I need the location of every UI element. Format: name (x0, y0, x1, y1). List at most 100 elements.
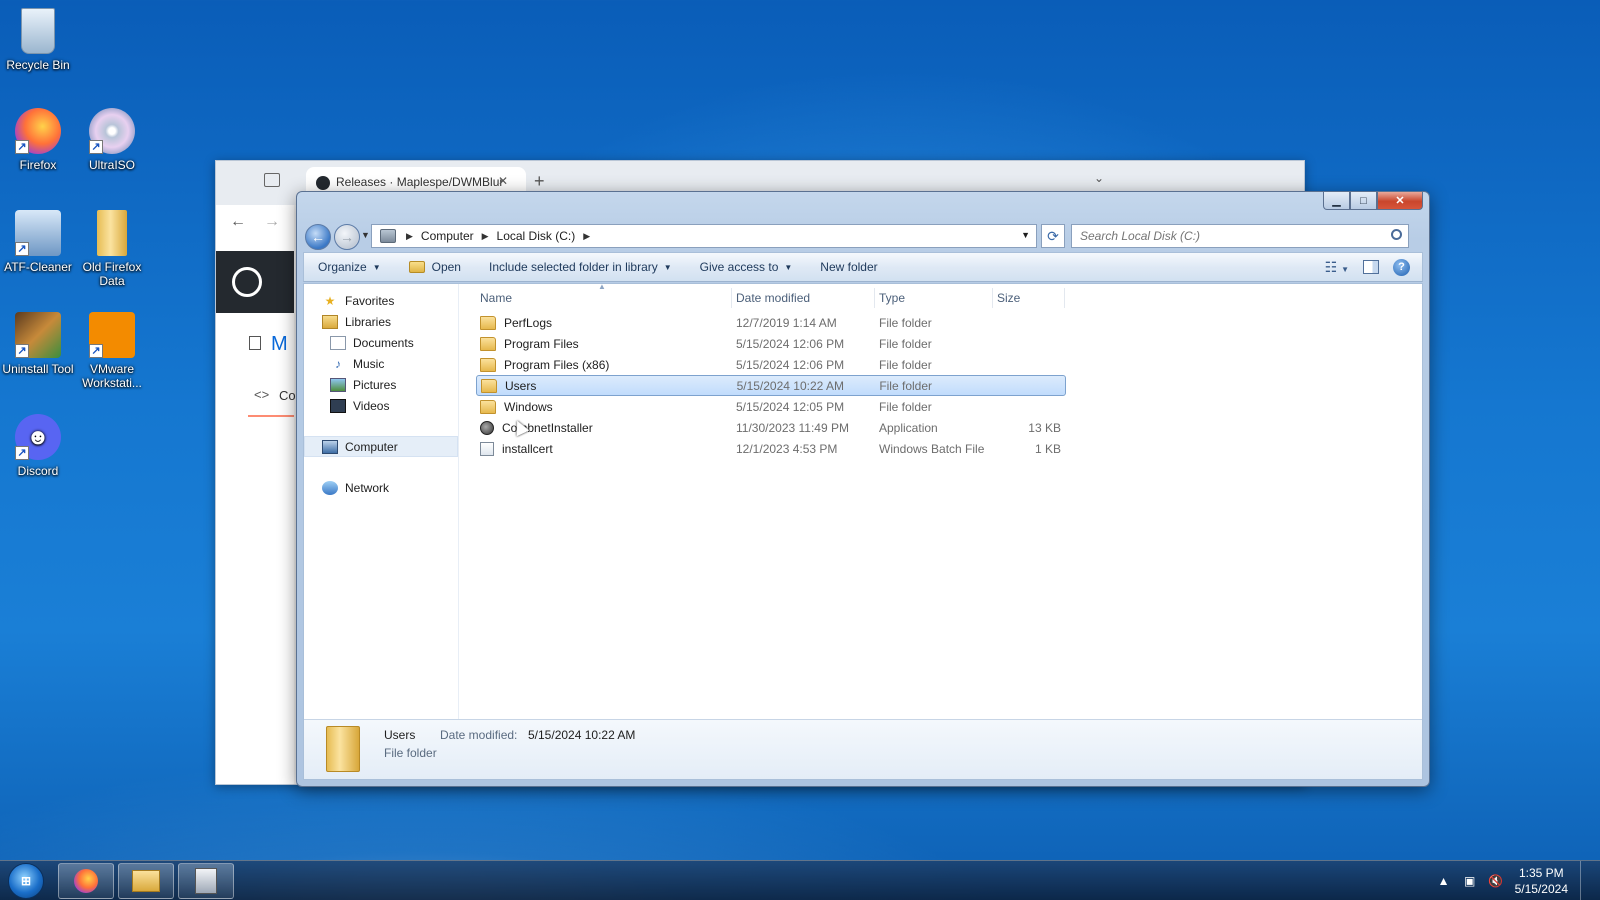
search-box[interactable] (1071, 224, 1409, 248)
desktop-icon-discord[interactable]: ☻ ↗ Discord (0, 414, 76, 478)
tab-overflow-icon[interactable]: ⌄ (1094, 171, 1104, 185)
breadcrumb-chevron-icon[interactable]: ▶ (404, 231, 421, 242)
github-logo-icon[interactable] (232, 267, 262, 297)
close-tab-icon[interactable]: ✕ (498, 174, 508, 188)
back-icon[interactable]: ← (230, 213, 246, 231)
navigation-pane: ★ Favorites Libraries Documents ♪ Music Pi… (304, 284, 459, 719)
nav-libraries[interactable]: Libraries (304, 311, 458, 332)
pictures-icon (330, 377, 346, 392)
taskbar-app[interactable] (178, 863, 234, 899)
taskbar: ⊞ ▲ ▣ 🔇 1:35 PM 5/15/2024 (0, 860, 1600, 900)
address-history-dropdown[interactable]: ▼ (1021, 230, 1030, 240)
preview-pane-icon[interactable] (1363, 260, 1379, 274)
file-row[interactable]: installcert 12/1/2023 4:53 PM Windows Batc… (476, 438, 1066, 459)
videos-icon (330, 398, 346, 413)
new-folder-label: New folder (820, 260, 878, 274)
music-icon: ♪ (335, 356, 341, 371)
column-date-modified[interactable]: Date modified (732, 288, 875, 308)
start-button[interactable]: ⊞ (8, 863, 44, 899)
new-folder-button[interactable]: New folder (806, 260, 891, 274)
show-hidden-icons-icon[interactable]: ▲ (1437, 874, 1451, 888)
desktop-icon-uninstall-tool[interactable]: ↗ Uninstall Tool (0, 312, 76, 376)
file-date: 5/15/2024 12:06 PM (736, 336, 845, 351)
nav-documents[interactable]: Documents (304, 332, 458, 353)
taskbar-firefox[interactable] (58, 863, 114, 899)
forward-icon[interactable]: → (264, 213, 280, 231)
nav-pictures[interactable]: Pictures (304, 374, 458, 395)
clock-date: 5/15/2024 (1514, 882, 1568, 896)
system-tray: ▲ ▣ 🔇 1:35 PM 5/15/2024 (1437, 861, 1590, 900)
help-icon[interactable]: ? (1393, 258, 1410, 276)
vmware-icon: ↗ (89, 312, 135, 358)
desktop-icon-recycle-bin[interactable]: Recycle Bin (0, 8, 76, 72)
show-desktop-button[interactable] (1580, 861, 1590, 900)
file-name-cell: Users (477, 378, 733, 393)
network-status-icon[interactable]: ▣ (1463, 874, 1477, 888)
ultraiso-disc-icon: ↗ (89, 108, 135, 154)
file-row[interactable]: Program Files 5/15/2024 12:06 PM File fold… (476, 333, 1066, 354)
include-in-library-button[interactable]: Include selected folder in library ▼ (475, 260, 686, 274)
command-bar: Organize ▼ Open Include selected folder i… (303, 252, 1423, 282)
close-button[interactable]: ✕ (1377, 192, 1423, 210)
file-name-cell: installcert (476, 441, 732, 456)
search-icon[interactable] (1391, 229, 1402, 240)
file-row[interactable]: Windows 5/15/2024 12:05 PM File folder (476, 396, 1066, 417)
file-row[interactable]: PerfLogs 12/7/2019 1:14 AM File folder (476, 312, 1066, 333)
change-view-icon[interactable]: ☷ ▼ (1325, 259, 1349, 276)
open-label: Open (431, 260, 461, 274)
organize-button[interactable]: Organize ▼ (304, 260, 395, 274)
refresh-button[interactable]: ⟳ (1041, 224, 1065, 248)
recent-pages-dropdown[interactable]: ▼ (361, 230, 370, 240)
page-heading-partial: M (271, 333, 288, 355)
breadcrumb-chevron-icon[interactable]: ▶ (480, 231, 497, 242)
open-button[interactable]: Open (395, 260, 475, 274)
column-type[interactable]: Type (875, 288, 993, 308)
desktop-icon-label: VMware Workstati... (82, 362, 142, 390)
column-size[interactable]: Size (993, 288, 1065, 308)
folder-icon (480, 336, 496, 351)
nav-music[interactable]: ♪ Music (304, 353, 458, 374)
give-access-button[interactable]: Give access to ▼ (686, 260, 807, 274)
file-row[interactable]: CombnetInstaller 11/30/2023 11:49 PM Appli… (476, 417, 1066, 438)
breadcrumb-chevron-icon[interactable]: ▶ (581, 231, 598, 242)
nav-label: Favorites (345, 293, 395, 308)
shortcut-arrow-icon: ↗ (15, 344, 29, 358)
volume-muted-icon[interactable]: 🔇 (1488, 874, 1503, 888)
nav-favorites[interactable]: ★ Favorites (304, 290, 458, 311)
address-bar[interactable]: ▶ Computer ▶ Local Disk (C:) ▶ ▼ (371, 224, 1037, 248)
back-button[interactable]: ← (305, 224, 331, 250)
desktop-icon-old-firefox-data[interactable]: Old Firefox Data (74, 210, 150, 288)
folder-icon (480, 357, 496, 372)
search-input[interactable] (1080, 229, 1380, 243)
desktop-icon-vmware[interactable]: ↗ VMware Workstati... (74, 312, 150, 390)
breadcrumb-computer[interactable]: Computer (421, 229, 480, 243)
forward-button[interactable]: → (334, 224, 360, 250)
desktop-icon-atf-cleaner[interactable]: ↗ ATF-Cleaner (0, 210, 76, 274)
tab-list-icon[interactable] (264, 173, 280, 187)
folder-icon (132, 870, 160, 892)
nav-videos[interactable]: Videos (304, 395, 458, 416)
file-name-cell: PerfLogs (476, 315, 732, 330)
nav-label: Videos (353, 398, 390, 413)
clock[interactable]: 1:35 PM 5/15/2024 (1515, 865, 1568, 897)
nav-label: Computer (345, 439, 398, 454)
nav-computer[interactable]: Computer (304, 436, 458, 457)
desktop-icon-firefox[interactable]: ↗ Firefox (0, 108, 76, 172)
desktop-icon-ultraiso[interactable]: ↗ UltraISO (74, 108, 150, 172)
shortcut-arrow-icon: ↗ (89, 140, 103, 154)
column-name[interactable]: Name (476, 288, 732, 308)
maximize-button[interactable]: □ (1350, 192, 1377, 210)
new-tab-button[interactable]: + (534, 171, 545, 192)
breadcrumb-local-disk[interactable]: Local Disk (C:) (497, 229, 582, 243)
folder-icon (480, 315, 496, 330)
taskbar-explorer[interactable] (118, 863, 174, 899)
code-tab-partial[interactable]: Co (279, 388, 296, 403)
explorer-window[interactable]: ▁ □ ✕ ← → ▼ ▶ Computer ▶ Local Disk (C:)… (296, 191, 1430, 787)
browser-tab-title: Releases · Maplespe/DWMBlur (336, 175, 504, 189)
minimize-button[interactable]: ▁ (1323, 192, 1350, 210)
file-row[interactable]: Users 5/15/2024 10:22 AM File folder (476, 375, 1066, 396)
chevron-down-icon: ▼ (372, 262, 381, 272)
file-row[interactable]: Program Files (x86) 5/15/2024 12:06 PM Fil… (476, 354, 1066, 375)
file-name: installcert (502, 441, 553, 456)
nav-network[interactable]: Network (304, 477, 458, 498)
